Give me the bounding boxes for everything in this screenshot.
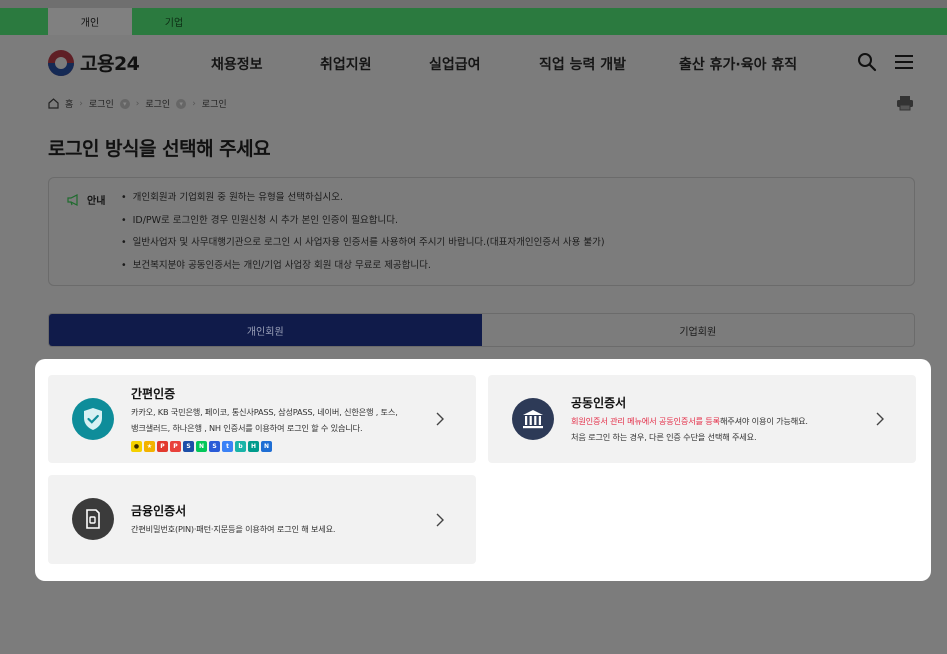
kakao-icon: ● [131, 441, 142, 452]
joint-certificate-description: 회원인증서 관리 메뉴에서 공동인증서를 등록해주셔야 이용이 가능해요. 처음… [571, 414, 808, 445]
chevron-right-icon: › [135, 98, 140, 109]
chevron-right-icon [436, 513, 444, 527]
user-type-tabs: 개인 기업 [0, 8, 947, 35]
member-type-tabs: 개인회원 기업회원 [48, 313, 915, 347]
joint-certificate-desc-line2: 처음 로그인 하는 경우, 다른 인증 수단을 선택해 주세요. [571, 431, 757, 442]
kb-bank-icon: ★ [144, 441, 155, 452]
chevron-right-icon [876, 412, 884, 426]
page-title: 로그인 방식을 선택해 주세요 [48, 138, 271, 160]
breadcrumb: 홈 › 로그인 ▾ › 로그인 ▾ › 로그인 [48, 97, 227, 110]
menu-item-parental-leave[interactable]: 출산 휴가·육아 휴직 [679, 54, 797, 74]
financial-certificate-card[interactable]: 금융인증서 간편비밀번호(PIN)·패턴·지문등을 이용하여 로그인 해 보세요… [48, 475, 476, 564]
chevron-right-icon: › [192, 98, 196, 109]
financial-certificate-description: 간편비밀번호(PIN)·패턴·지문등을 이용하여 로그인 해 보세요. [131, 524, 336, 534]
hana-bank-icon: H [248, 441, 259, 452]
joint-certificate-title: 공동인증서 [571, 396, 627, 410]
dropdown-toggle-icon[interactable]: ▾ [119, 98, 130, 109]
site-logo[interactable]: 고용24 [48, 49, 140, 76]
samsung-pass-icon: S [183, 441, 194, 452]
pass-icon: P [170, 441, 181, 452]
logo-text: 고용24 [80, 53, 140, 75]
toss-icon: t [222, 441, 233, 452]
top-utility-strip [0, 0, 947, 8]
notice-box: 안내 개인회원과 기업회원 중 원하는 유형을 선택하십시오. ID/PW로 로… [48, 177, 915, 286]
search-icon[interactable] [856, 51, 878, 73]
breadcrumb-item-3: 로그인 [201, 100, 227, 110]
simple-auth-card[interactable]: 간편인증 카카오, KB 국민은행, 페이코, 통신사PASS, 삼성PASS,… [48, 375, 476, 463]
tab-personal-member[interactable]: 개인회원 [49, 314, 482, 346]
banksalad-icon: b [235, 441, 246, 452]
simple-auth-description: 카카오, KB 국민은행, 페이코, 통신사PASS, 삼성PASS, 네이버,… [131, 405, 398, 436]
government-emblem-icon [48, 49, 74, 76]
menu-item-employment-support[interactable]: 취업지원 [320, 54, 372, 74]
notice-label-text: 안내 [87, 196, 106, 207]
certificate-document-icon [72, 498, 114, 540]
notice-label: 안내 [67, 192, 105, 207]
simple-auth-desc-line2: 뱅크샐러드, 하나은행 , NH 인증서를 이용하여 로그인 할 수 있습니다. [131, 422, 363, 433]
login-method-panel: 간편인증 카카오, KB 국민은행, 페이코, 통신사PASS, 삼성PASS,… [35, 359, 931, 581]
notice-list: 개인회원과 기업회원 중 원하는 유형을 선택하십시오. ID/PW로 로그인한… [121, 191, 605, 281]
hamburger-menu-icon[interactable] [893, 51, 915, 73]
global-navigation: 고용24 채용정보 취업지원 실업급여 직업 능력 개발 출산 휴가·육아 휴직 [0, 35, 947, 89]
notice-item: 개인회원과 기업회원 중 원하는 유형을 선택하십시오. [121, 191, 605, 214]
simple-auth-title: 간편인증 [131, 387, 176, 401]
menu-item-unemployment-benefits[interactable]: 실업급여 [429, 54, 481, 74]
menu-item-jobs[interactable]: 채용정보 [211, 54, 263, 74]
notice-item: 일반사업자 및 사무대행기관으로 로그인 시 사업자용 인증서를 사용하여 주시… [121, 236, 605, 259]
megaphone-icon [67, 193, 78, 206]
joint-certificate-highlight: 회원인증서 관리 메뉴에서 공동인증서를 등록 [571, 416, 720, 426]
home-icon[interactable] [48, 98, 59, 109]
notice-item: 보건복지분야 공동인증서는 개인/기업 사업장 회원 대상 무료로 제공합니다. [121, 259, 605, 282]
joint-certificate-desc-line1: 회원인증서 관리 메뉴에서 공동인증서를 등록해주셔야 이용이 가능해요. [571, 414, 808, 430]
financial-certificate-title: 금융인증서 [131, 504, 187, 518]
nh-icon: N [261, 441, 272, 452]
provider-logo-row: ● ★ P P S N S t b H N [131, 441, 272, 452]
chevron-right-icon [436, 412, 444, 426]
tab-corporate-member[interactable]: 기업회원 [482, 314, 915, 346]
tab-personal[interactable]: 개인 [48, 8, 132, 35]
dropdown-toggle-icon[interactable]: ▾ [176, 98, 187, 109]
naver-icon: N [196, 441, 207, 452]
payco-icon: P [157, 441, 168, 452]
shinhan-bank-icon: S [209, 441, 220, 452]
breadcrumb-item-1[interactable]: 로그인 [89, 97, 114, 110]
simple-auth-desc-line1: 카카오, KB 국민은행, 페이코, 통신사PASS, 삼성PASS, 네이버,… [131, 407, 398, 417]
breadcrumb-item-2[interactable]: 로그인 [145, 97, 170, 110]
breadcrumb-home[interactable]: 홈 [65, 97, 73, 110]
notice-item: ID/PW로 로그인한 경우 민원신청 시 추가 본인 인증이 필요합니다. [121, 214, 605, 237]
print-icon[interactable] [896, 95, 914, 111]
joint-certificate-card[interactable]: 공동인증서 회원인증서 관리 메뉴에서 공동인증서를 등록해주셔야 이용이 가능… [488, 375, 916, 463]
shield-check-icon [72, 398, 114, 440]
tab-corporate[interactable]: 기업 [132, 8, 216, 35]
bank-building-icon [512, 398, 554, 440]
joint-certificate-desc-rest: 해주셔야 이용이 가능해요. [719, 416, 808, 426]
chevron-right-icon: › [79, 98, 83, 109]
menu-item-vocational-training[interactable]: 직업 능력 개발 [539, 54, 626, 74]
